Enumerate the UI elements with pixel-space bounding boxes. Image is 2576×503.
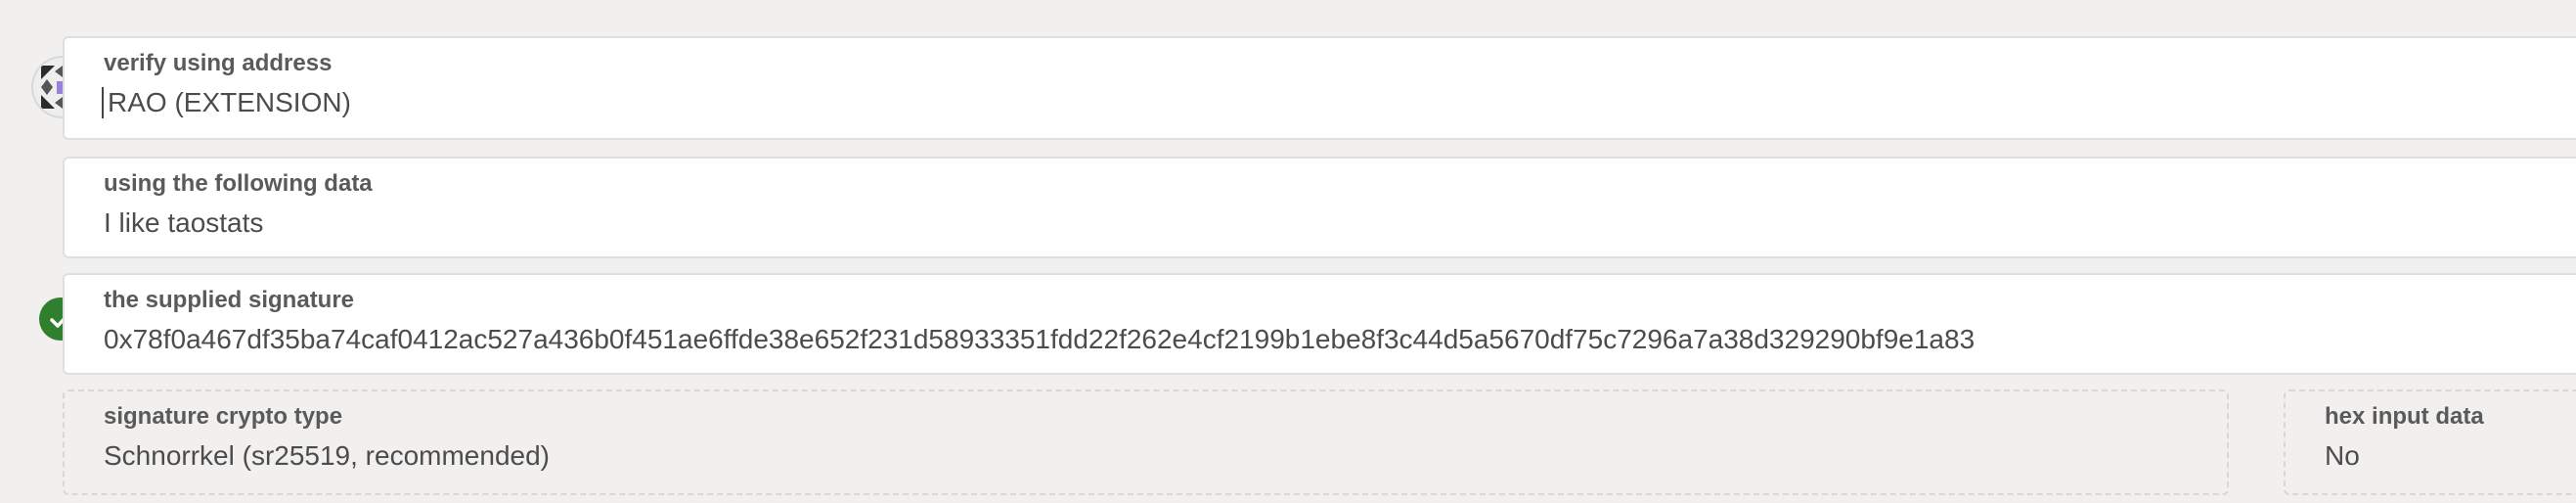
data-field[interactable]: using the following data I like taostats <box>63 157 2576 258</box>
crypto-type-label: signature crypto type <box>104 403 343 430</box>
address-input[interactable]: RAO (EXTENSION) <box>108 87 351 118</box>
crypto-type-field: signature crypto type Schnorrkel (sr2551… <box>63 389 2229 495</box>
address-field-label: verify using address <box>104 50 333 76</box>
address-field[interactable]: verify using address RAO (EXTENSION) <box>63 36 2576 140</box>
signature-field[interactable]: the supplied signature 0x78f0a467df35ba7… <box>63 273 2576 375</box>
signature-field-label: the supplied signature <box>104 287 355 313</box>
crypto-type-value: Schnorrkel (sr25519, recommended) <box>104 440 550 471</box>
signature-input[interactable]: 0x78f0a467df35ba74caf0412ac527a436b0f451… <box>104 324 1975 355</box>
text-cursor <box>102 87 104 118</box>
data-field-label: using the following data <box>104 170 373 197</box>
hex-input-value: No <box>2325 440 2360 471</box>
hex-input-label: hex input data <box>2325 403 2484 430</box>
hex-input-field: hex input data No <box>2284 389 2576 495</box>
data-input[interactable]: I like taostats <box>104 207 263 239</box>
